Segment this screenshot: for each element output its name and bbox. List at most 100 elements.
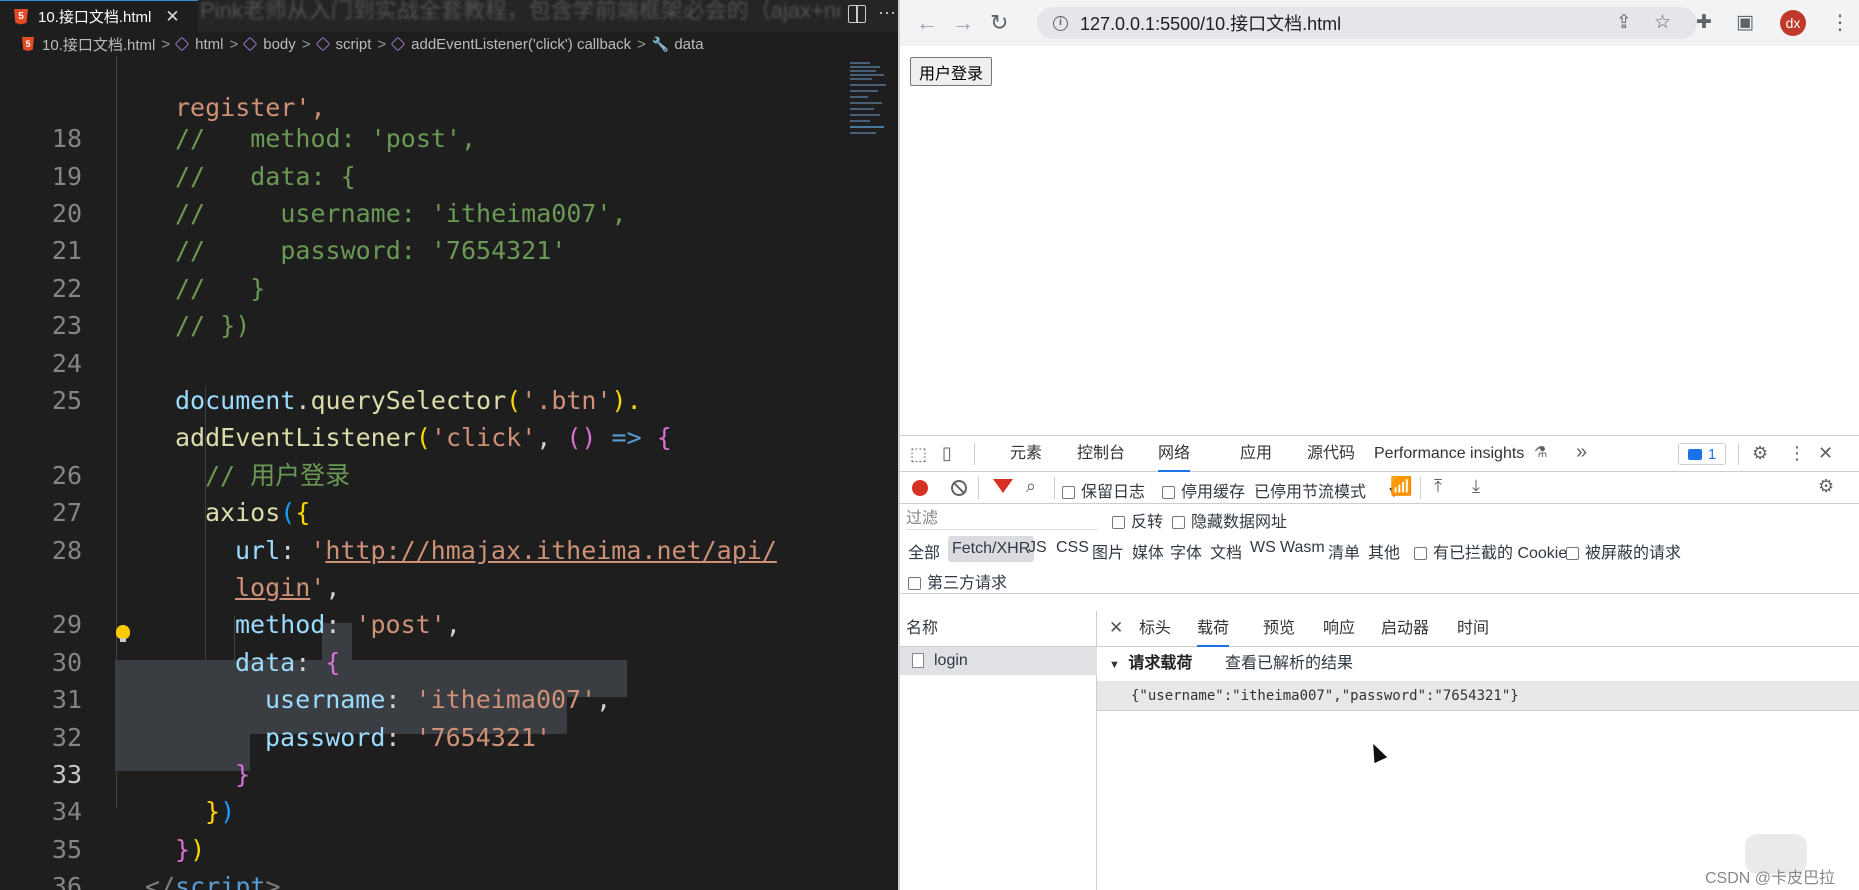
- tab-application[interactable]: 应用: [1240, 436, 1272, 472]
- forward-icon[interactable]: →: [952, 10, 974, 36]
- code-line: 29 method: 'post',: [51, 610, 461, 639]
- editor-tab-title: 10.接口文档.html: [38, 9, 152, 26]
- disable-cache-checkbox[interactable]: 停用缓存: [1162, 478, 1245, 502]
- tab-performance-insights[interactable]: Performance insights: [1374, 436, 1524, 472]
- tab-response[interactable]: 响应: [1323, 611, 1355, 647]
- type-filter-js[interactable]: JS: [1028, 539, 1047, 557]
- view-parsed-link[interactable]: 查看已解析的结果: [1225, 647, 1353, 681]
- page-viewport: 用户登录: [900, 46, 1859, 435]
- close-devtools-icon[interactable]: ✕: [1818, 443, 1833, 464]
- code-line: addEventListener('click', () => {: [175, 423, 672, 452]
- breadcrumb-script[interactable]: script: [315, 36, 371, 53]
- record-icon[interactable]: [912, 480, 928, 496]
- browser-menu-icon[interactable]: ⋮: [1830, 10, 1850, 35]
- clear-icon[interactable]: [951, 480, 967, 496]
- code-line: 19// data: {: [51, 162, 356, 191]
- type-filter-media[interactable]: 媒体: [1132, 539, 1164, 563]
- close-icon[interactable]: ✕: [165, 7, 179, 27]
- upload-icon[interactable]: ⤒: [1434, 476, 1442, 497]
- hide-data-urls-checkbox[interactable]: 隐藏数据网址: [1172, 508, 1287, 532]
- divider: [978, 477, 979, 499]
- request-row[interactable]: login: [900, 647, 1097, 675]
- network-settings-icon[interactable]: ⚙: [1818, 476, 1834, 497]
- type-filter-all[interactable]: 全部: [908, 539, 940, 563]
- code-line: 25 document.querySelector('.btn').: [51, 386, 642, 415]
- close-detail-icon[interactable]: ✕: [1109, 611, 1123, 645]
- tab-headers[interactable]: 标头: [1139, 611, 1171, 647]
- lightbulb-icon[interactable]: [116, 625, 130, 642]
- tab-preview[interactable]: 预览: [1263, 611, 1295, 647]
- editor-tab[interactable]: 5 10.接口文档.html ✕: [0, 0, 198, 32]
- code-line: 18// method: 'post',: [51, 124, 477, 153]
- devtools-tab-bar: ⬚ ▯ 元素 控制台 网络 应用 源代码 Performance insight…: [900, 436, 1859, 472]
- code-line: 36 </script>: [51, 872, 281, 890]
- type-filter-img[interactable]: 图片: [1092, 539, 1124, 563]
- html5-file-icon: 5: [22, 37, 34, 51]
- invert-checkbox[interactable]: 反转: [1112, 508, 1163, 532]
- request-list: 名称 login: [900, 611, 1097, 890]
- breadcrumb-html[interactable]: html: [174, 36, 223, 53]
- type-filter-ws[interactable]: WS: [1250, 539, 1276, 557]
- bookmark-star-icon[interactable]: ☆: [1654, 11, 1671, 34]
- filter-input[interactable]: [906, 508, 1098, 530]
- third-party-checkbox[interactable]: 第三方请求: [908, 569, 1007, 593]
- issues-badge[interactable]: 1: [1678, 443, 1726, 465]
- breadcrumb-body[interactable]: body: [243, 36, 296, 53]
- code-line: 34}): [51, 797, 236, 826]
- back-icon[interactable]: ←: [916, 10, 938, 36]
- extensions-icon[interactable]: ✚: [1696, 11, 1712, 34]
- device-toolbar-icon[interactable]: ▯: [942, 443, 952, 464]
- settings-gear-icon[interactable]: ⚙: [1752, 443, 1768, 464]
- preserve-log-checkbox[interactable]: 保留日志: [1062, 478, 1145, 502]
- type-filter-font[interactable]: 字体: [1170, 539, 1202, 563]
- login-button[interactable]: 用户登录: [910, 57, 993, 86]
- share-icon[interactable]: ⇪: [1616, 11, 1632, 34]
- divider: [1054, 477, 1055, 499]
- more-tabs-icon[interactable]: »: [1576, 441, 1587, 464]
- type-filter-wasm[interactable]: Wasm: [1280, 539, 1325, 557]
- blocked-requests-checkbox[interactable]: 被屏蔽的请求: [1566, 539, 1681, 563]
- code-line: 33}: [51, 760, 251, 789]
- tab-elements[interactable]: 元素: [1010, 436, 1042, 472]
- code-line: 22// }: [51, 274, 266, 303]
- side-panel-icon[interactable]: ▣: [1736, 11, 1754, 34]
- type-filter-manifest[interactable]: 清单: [1328, 539, 1360, 563]
- download-icon[interactable]: ⤓: [1472, 476, 1480, 497]
- payload-section-header[interactable]: ▼ 请求载荷 查看已解析的结果: [1097, 647, 1859, 681]
- code-area[interactable]: register', 18// method: 'post', 19// dat…: [0, 56, 898, 890]
- blocked-cookies-checkbox[interactable]: 有已拦截的 Cookie: [1414, 539, 1567, 563]
- type-filter-other[interactable]: 其他: [1368, 539, 1400, 563]
- info-icon[interactable]: i: [1053, 15, 1068, 31]
- avatar[interactable]: dx: [1780, 10, 1806, 36]
- symbol-icon: [315, 36, 330, 52]
- tab-payload[interactable]: 载荷: [1197, 611, 1230, 647]
- network-conditions-icon[interactable]: 📶: [1390, 476, 1412, 497]
- blurred-banner: Pink老师从入门到实战全套教程，包含学前端框架必会的（ajax+node）: [200, 0, 840, 22]
- code-editor: 5 10.接口文档.html ✕ Pink老师从入门到实战全套教程，包含学前端框…: [0, 0, 898, 890]
- minimap[interactable]: [850, 60, 896, 170]
- tab-sources[interactable]: 源代码: [1307, 436, 1355, 472]
- breadcrumb-callback[interactable]: addEventListener('click') callback: [390, 36, 631, 53]
- breadcrumb-separator: >: [377, 35, 387, 53]
- type-filter-fetch-xhr[interactable]: Fetch/XHR: [948, 536, 1035, 562]
- search-icon[interactable]: ⌕: [1026, 476, 1036, 497]
- message-icon: [1687, 448, 1702, 460]
- type-filter-doc[interactable]: 文档: [1210, 539, 1242, 563]
- tab-timing[interactable]: 时间: [1457, 611, 1489, 647]
- tab-console[interactable]: 控制台: [1077, 436, 1125, 472]
- inspect-element-icon[interactable]: ⬚: [910, 444, 927, 465]
- tab-network[interactable]: 网络: [1158, 436, 1191, 472]
- split-editor-icon[interactable]: [848, 5, 866, 23]
- devtools-menu-icon[interactable]: ⋮: [1788, 443, 1806, 464]
- throttling-select[interactable]: 已停用节流模式 ▼: [1254, 478, 1402, 502]
- collapse-triangle-icon[interactable]: ▼: [1109, 659, 1120, 671]
- address-bar[interactable]: i 127.0.0.1:5500/10.接口文档.html: [1037, 7, 1697, 39]
- type-filter-css[interactable]: CSS: [1056, 539, 1089, 557]
- name-column-header[interactable]: 名称: [900, 611, 1097, 647]
- filter-icon[interactable]: [993, 479, 1013, 493]
- reload-icon[interactable]: ↻: [990, 10, 1008, 36]
- tab-initiator[interactable]: 启动器: [1381, 611, 1429, 647]
- more-actions-icon[interactable]: ···: [878, 2, 896, 23]
- breadcrumb-data[interactable]: 🔧 data: [652, 36, 704, 53]
- url-text: 127.0.0.1:5500/10.接口文档.html: [1080, 14, 1342, 34]
